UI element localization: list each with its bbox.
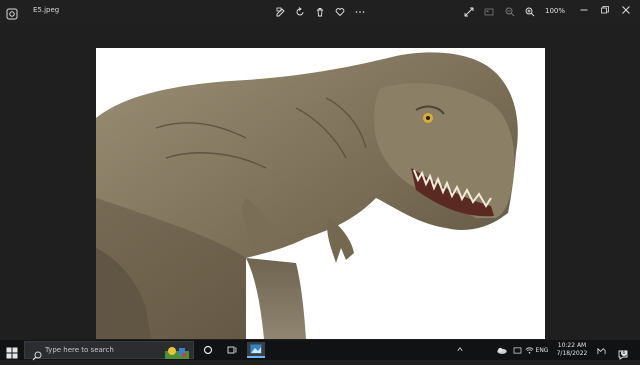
- edit-icon[interactable]: [274, 5, 288, 19]
- clock[interactable]: 10:22 AM 7/18/2022: [553, 342, 591, 358]
- photos-app-icon: [6, 5, 18, 20]
- slideshow-icon[interactable]: [482, 5, 496, 19]
- clock-date: 7/18/2022: [556, 350, 588, 357]
- windows-start-icon[interactable]: [6, 344, 18, 359]
- dinosaur-photo: [96, 48, 545, 339]
- photo[interactable]: [96, 48, 545, 339]
- more-icon[interactable]: [353, 5, 367, 19]
- fullscreen-icon[interactable]: [462, 5, 476, 19]
- search-placeholder: Type here to search: [45, 346, 114, 354]
- delete-icon[interactable]: [313, 5, 327, 19]
- language-indicator[interactable]: ENG: [536, 344, 549, 356]
- close-icon[interactable]: [619, 3, 633, 17]
- photos-taskbar-icon[interactable]: [247, 342, 265, 358]
- search-highlight-icon[interactable]: [165, 344, 189, 359]
- meet-icon[interactable]: [596, 344, 606, 356]
- weather-icon[interactable]: [495, 344, 509, 356]
- clock-time: 10:22 AM: [557, 342, 587, 349]
- zoom-in-icon[interactable]: [523, 5, 537, 19]
- file-name: E5.jpeg: [33, 6, 60, 14]
- restore-icon[interactable]: [598, 3, 612, 17]
- onedrive-icon[interactable]: [512, 344, 522, 356]
- taskbar-search[interactable]: Type here to search: [24, 341, 194, 361]
- image-viewer[interactable]: [0, 24, 640, 340]
- zoom-level[interactable]: 100%: [545, 7, 565, 15]
- task-view-icon[interactable]: [223, 342, 241, 358]
- tray-overflow-icon[interactable]: [456, 344, 464, 356]
- search-icon: [32, 346, 42, 361]
- minimize-icon[interactable]: [577, 3, 591, 17]
- taskbar: Type here to search ENG 10:22 AM 7/18/20…: [0, 340, 640, 361]
- zoom-out-icon[interactable]: [503, 5, 517, 19]
- favorite-icon[interactable]: [333, 5, 347, 19]
- title-bar: E5.jpeg 100%: [0, 0, 640, 24]
- rotate-icon[interactable]: [293, 5, 307, 19]
- cortana-icon[interactable]: [199, 342, 217, 358]
- network-icon[interactable]: [524, 344, 534, 356]
- notification-count: 6: [621, 350, 627, 356]
